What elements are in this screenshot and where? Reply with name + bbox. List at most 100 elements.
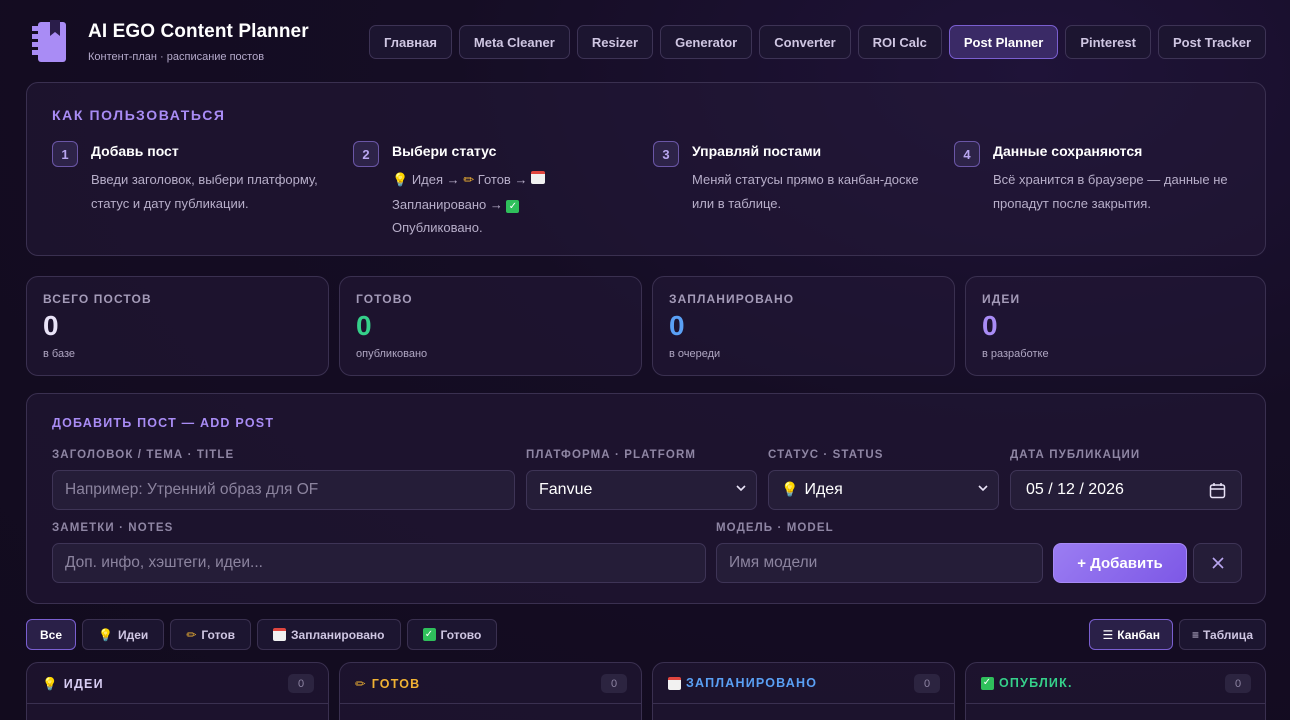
notes-input[interactable]: Доп. инфо, хэштеги, идеи... <box>52 543 706 583</box>
stat-label: ГОТОВО <box>356 292 413 306</box>
menu-icon: ≡ <box>1191 627 1199 642</box>
stat-label: ИДЕИ <box>982 292 1021 306</box>
app-title: AI EGO Content Planner <box>88 21 309 42</box>
column-count: 0 <box>601 674 627 693</box>
step-number: 2 <box>353 141 379 167</box>
title-label: ЗАГОЛОВОК / ТЕМА · TITLE <box>52 449 235 461</box>
view-label: Таблица <box>1202 627 1253 642</box>
filter-published[interactable]: ✓ Готово <box>406 619 498 650</box>
platform-value: Fanvue <box>539 481 593 498</box>
column-divider <box>340 703 641 704</box>
date-label: ДАТА ПУБЛИКАЦИИ <box>1010 449 1141 461</box>
pencil-icon: ✏ <box>355 676 367 691</box>
nav-converter[interactable]: Converter <box>759 25 851 59</box>
filter-label: Готово <box>440 627 482 642</box>
status-published-text: Опубликовано. <box>392 220 483 235</box>
chevron-down-icon <box>978 485 988 492</box>
column-title-text: ЗАПЛАНИРОВАНО <box>686 676 818 690</box>
column-divider <box>27 703 328 704</box>
nav-home[interactable]: Главная <box>369 25 452 59</box>
calendar-icon <box>531 171 546 184</box>
kanban-column-ready: ✏ ГОТОВ 0 <box>339 662 642 720</box>
view-table-button[interactable]: ≡ Таблица <box>1178 619 1266 650</box>
column-title-text: ИДЕИ <box>63 677 104 691</box>
stat-value: 0 <box>669 310 685 341</box>
date-value: 05 / 12 / 2026 <box>1026 481 1124 498</box>
column-title-text: ОПУБЛИК. <box>999 676 1073 690</box>
stat-scheduled: ЗАПЛАНИРОВАНО 0 в очереди <box>652 276 955 376</box>
stat-sub: опубликовано <box>356 348 428 360</box>
platform-select[interactable]: Fanvue <box>526 470 757 510</box>
status-ready-text: Готов → <box>477 172 528 187</box>
add-post-form: ДОБАВИТЬ ПОСТ — ADD POST ЗАГОЛОВОК / ТЕМ… <box>26 393 1266 604</box>
checkmark-icon: ✓ <box>981 676 994 690</box>
list-icon: ☰ <box>1102 627 1114 642</box>
title-placeholder: Например: Утренний образ для OF <box>65 481 319 498</box>
stat-label: ЗАПЛАНИРОВАНО <box>669 292 795 306</box>
column-count: 0 <box>914 674 940 693</box>
platform-label: ПЛАТФОРМА · PLATFORM <box>526 449 697 461</box>
stat-label: ВСЕГО ПОСТОВ <box>43 292 152 306</box>
top-nav: Главная Meta Cleaner Resizer Generator C… <box>369 25 1266 59</box>
pencil-icon: ✏ <box>463 173 475 188</box>
stat-ideas: ИДЕИ 0 в разработке <box>965 276 1266 376</box>
notes-label: ЗАМЕТКИ · NOTES <box>52 522 174 534</box>
form-title: ДОБАВИТЬ ПОСТ — ADD POST <box>52 416 275 430</box>
date-input[interactable]: 05 / 12 / 2026 <box>1010 470 1242 510</box>
nav-post-planner[interactable]: Post Planner <box>948 25 1059 59</box>
column-count: 0 <box>1225 674 1251 693</box>
status-filters: Все 💡 Идеи ✏ Готов Запланировано ✓ Готов… <box>26 619 498 650</box>
checkmark-icon: ✓ <box>506 200 520 213</box>
status-idea-text: Идея → <box>411 172 460 187</box>
filter-ideas[interactable]: 💡 Идеи <box>82 619 165 650</box>
status-select[interactable]: 💡 Идея <box>768 470 999 510</box>
filter-label: Идеи <box>117 627 149 642</box>
nav-post-tracker[interactable]: Post Tracker <box>1157 25 1266 59</box>
kanban-column-published: ✓ ОПУБЛИК. 0 <box>965 662 1266 720</box>
nav-meta-cleaner[interactable]: Meta Cleaner <box>458 25 570 59</box>
kanban-column-ideas: 💡 ИДЕИ 0 <box>26 662 329 720</box>
column-title: 💡 ИДЕИ <box>42 676 104 692</box>
step-title: Управляй постами <box>692 143 822 159</box>
nav-pinterest[interactable]: Pinterest <box>1065 25 1151 59</box>
step-text: 💡 Идея → ✏ Готов → Запланировано → ✓ Опу… <box>392 168 644 240</box>
model-placeholder: Имя модели <box>729 554 818 571</box>
add-post-button[interactable]: + Добавить <box>1053 543 1187 583</box>
nav-roi-calc[interactable]: ROI Calc <box>857 25 942 59</box>
filter-ready[interactable]: ✏ Готов <box>170 619 251 650</box>
column-title-text: ГОТОВ <box>371 676 421 691</box>
title-input[interactable]: Например: Утренний образ для OF <box>52 470 515 510</box>
model-label: МОДЕЛЬ · MODEL <box>716 522 834 534</box>
column-divider <box>653 703 954 704</box>
howto-title: КАК ПОЛЬЗОВАТЬСЯ <box>52 107 226 123</box>
nav-resizer[interactable]: Resizer <box>576 25 654 59</box>
checkmark-icon: ✓ <box>422 628 436 641</box>
clear-form-button[interactable] <box>1193 543 1242 583</box>
step-number: 1 <box>52 141 78 167</box>
view-switcher: ☰ Канбан ≡ Таблица <box>1089 619 1266 650</box>
filter-all[interactable]: Все <box>26 619 77 650</box>
filter-label: Запланировано <box>291 627 385 642</box>
stat-sub: в очереди <box>669 348 721 360</box>
column-divider <box>966 703 1265 704</box>
calendar-icon <box>273 628 286 641</box>
calendar-icon <box>668 676 681 690</box>
stat-sub: в разработке <box>982 348 1049 360</box>
step-title: Выбери статус <box>392 143 497 159</box>
chevron-down-icon <box>736 485 746 492</box>
close-icon <box>1211 557 1224 569</box>
calendar-icon[interactable] <box>1209 482 1226 499</box>
step-text: Всё хранится в браузере — данные не проп… <box>993 172 1228 211</box>
pencil-icon: ✏ <box>186 627 197 642</box>
step-title: Данные сохраняются <box>993 143 1143 159</box>
bulb-icon: 💡 <box>42 676 59 691</box>
filter-label: Готов <box>201 627 235 642</box>
view-kanban-button[interactable]: ☰ Канбан <box>1089 619 1173 650</box>
filter-scheduled[interactable]: Запланировано <box>257 619 401 650</box>
step-number: 3 <box>653 141 679 167</box>
status-label: СТАТУС · STATUS <box>768 449 884 461</box>
model-input[interactable]: Имя модели <box>716 543 1043 583</box>
nav-generator[interactable]: Generator <box>660 25 753 59</box>
status-scheduled-text: Запланировано → <box>392 196 503 212</box>
step-number: 4 <box>954 141 980 167</box>
